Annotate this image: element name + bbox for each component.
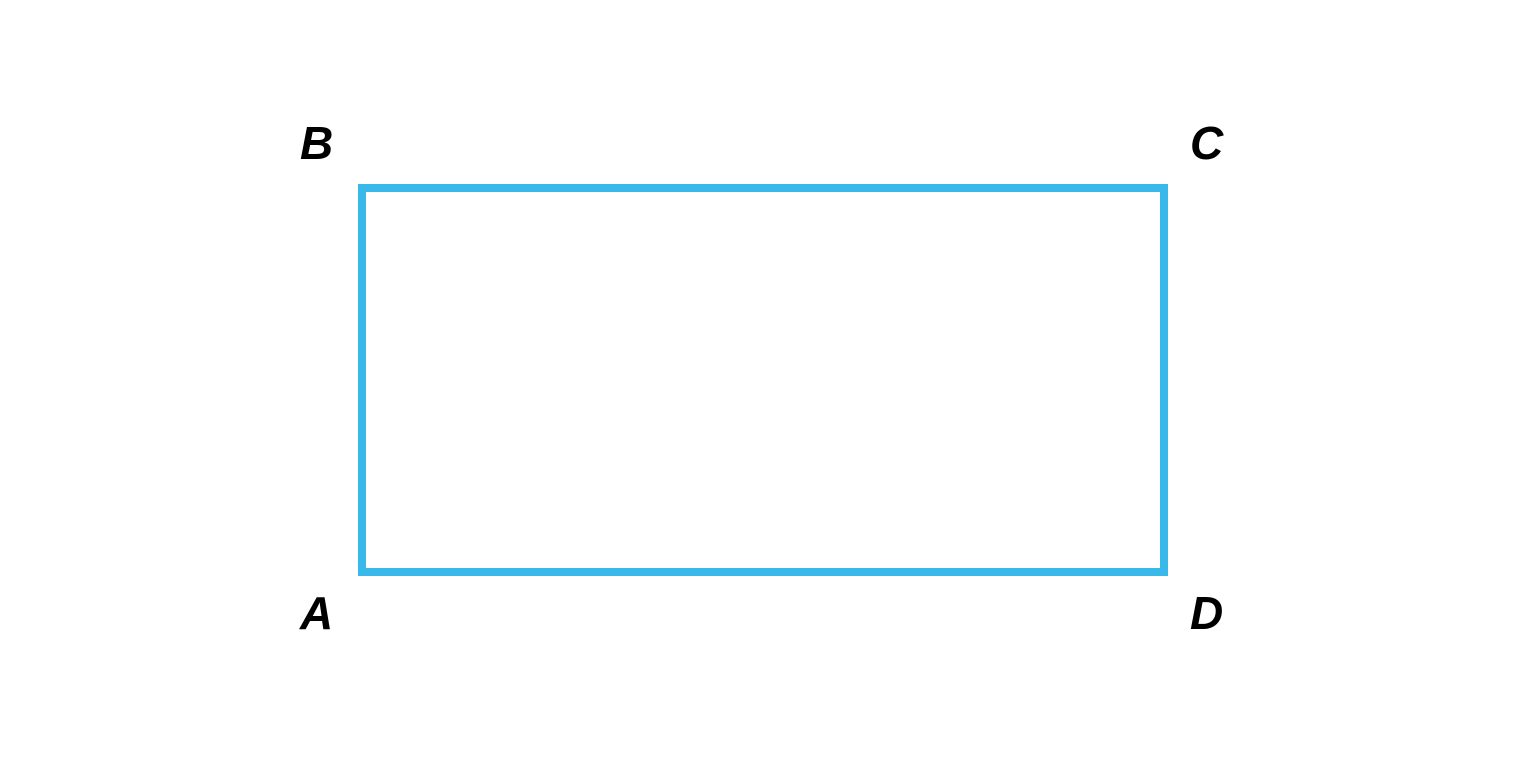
vertex-label-top-left: B: [300, 120, 333, 166]
diagram-canvas: B C A D: [0, 0, 1536, 774]
rectangle-shape: [358, 184, 1168, 576]
vertex-label-top-right: C: [1190, 120, 1223, 166]
vertex-label-bottom-right: D: [1190, 590, 1223, 636]
vertex-label-bottom-left: A: [300, 590, 333, 636]
